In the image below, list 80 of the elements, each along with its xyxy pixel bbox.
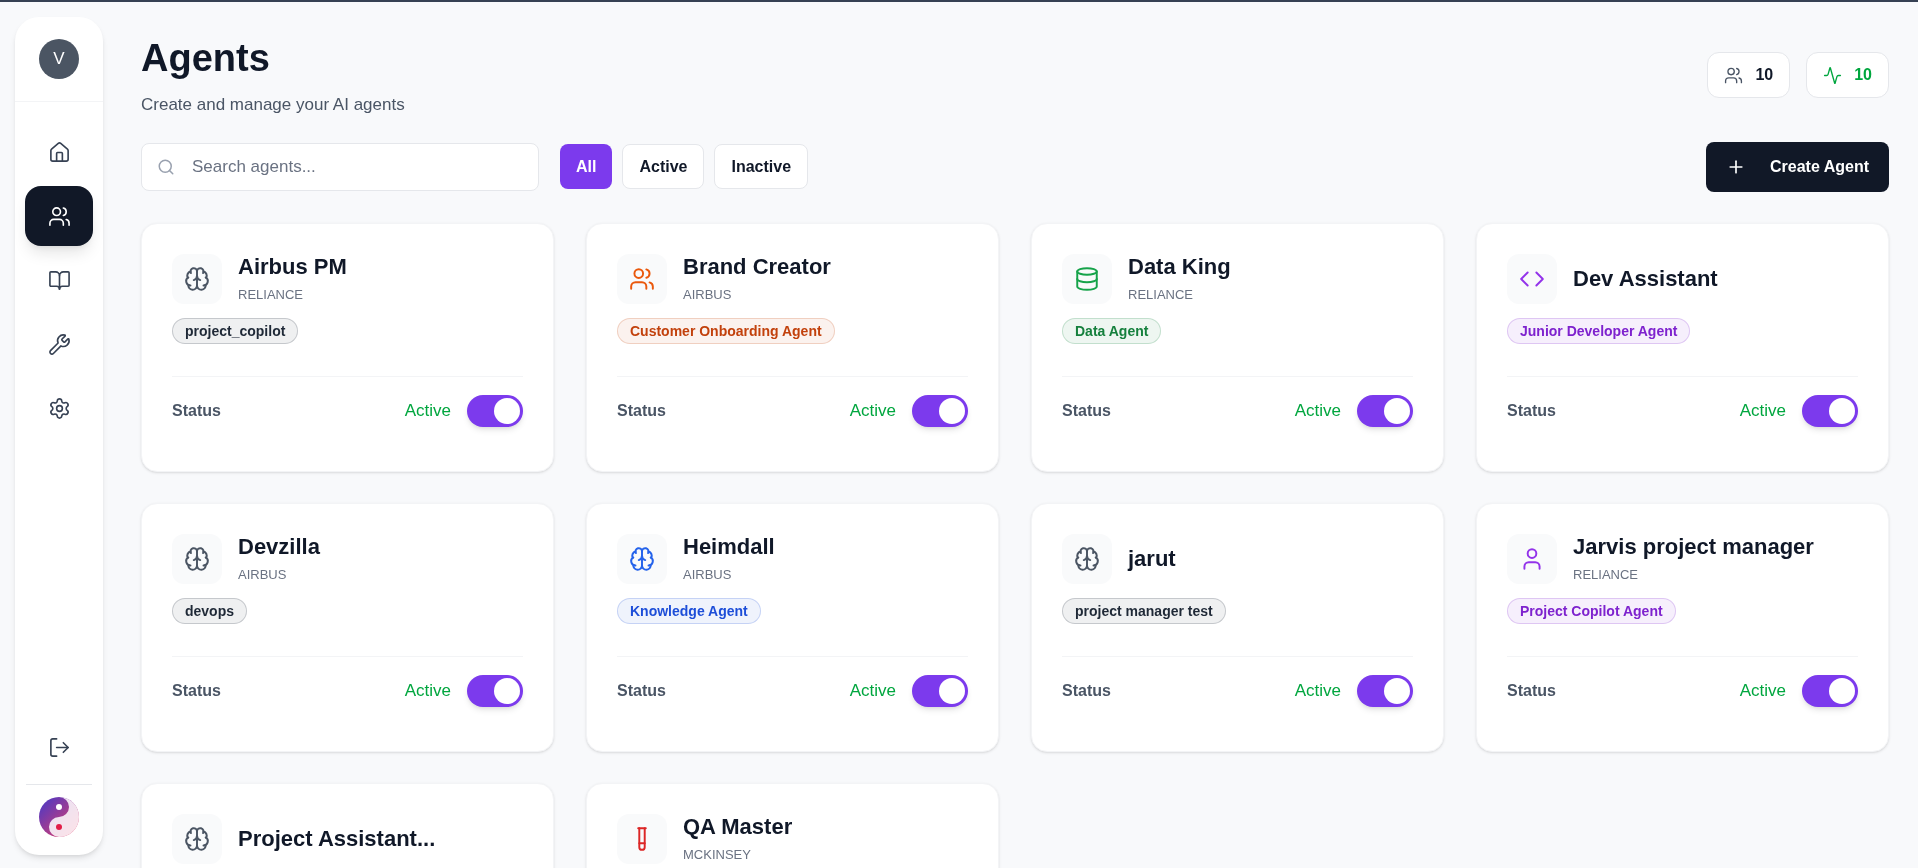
status-text: Active	[1294, 399, 1341, 422]
agent-card[interactable]: Project Assistant...	[141, 782, 554, 868]
agent-card[interactable]: QA Master MCKINSEY	[586, 782, 999, 868]
agent-card[interactable]: Dev Assistant Junior Developer Agent Status Active	[1476, 222, 1889, 472]
agent-name: Devzilla	[238, 532, 320, 561]
agent-name: Data King	[1128, 252, 1231, 281]
status-text: Active	[849, 399, 896, 422]
filter-tab[interactable]: Active	[622, 144, 705, 189]
agent-name: Jarvis project manager	[1573, 532, 1814, 561]
status-toggle[interactable]	[912, 394, 968, 427]
agent-name: QA Master	[683, 812, 793, 841]
status-label: Status	[1062, 680, 1111, 701]
agent-card[interactable]: Jarvis project manager RELIANCE Project Copilot Agent Status Active	[1476, 502, 1889, 752]
status-label: Status	[172, 400, 221, 421]
agent-company: RELIANCE	[1128, 285, 1195, 304]
agent-tag: devops	[172, 597, 247, 624]
status-text: Active	[1739, 399, 1786, 422]
logout-icon	[47, 735, 71, 759]
agent-tag: Data Agent	[1062, 317, 1162, 344]
status-toggle[interactable]	[912, 674, 968, 707]
status-toggle[interactable]	[467, 674, 523, 707]
stat-count: 10	[1854, 65, 1872, 85]
search-field[interactable]: Search agents...	[141, 142, 539, 191]
nav-button[interactable]	[25, 186, 93, 246]
status-label: Status	[617, 680, 666, 701]
stat-count: 10	[1755, 65, 1774, 85]
status-toggle[interactable]	[1357, 394, 1413, 427]
users-icon	[1724, 65, 1744, 85]
agent-name: Heimdall	[683, 532, 775, 561]
wrench-icon	[47, 332, 71, 356]
agent-card[interactable]: Devzilla AIRBUS devops Status Active	[141, 502, 554, 752]
status-toggle[interactable]	[1357, 674, 1413, 707]
filter-tab[interactable]: All	[560, 144, 613, 189]
agent-company: AIRBUS	[683, 285, 733, 304]
page-subtitle: Create and manage your AI agents	[141, 94, 405, 116]
status-toggle[interactable]	[1802, 674, 1858, 707]
agent-card[interactable]: Data King RELIANCE Data Agent Status Active	[1031, 222, 1444, 472]
agent-name: Dev Assistant	[1573, 264, 1718, 293]
agent-company: AIRBUS	[683, 565, 733, 584]
yin-yang-logo	[39, 797, 79, 837]
status-text: Active	[849, 679, 896, 702]
status-text: Active	[404, 399, 451, 422]
home-icon	[47, 140, 71, 164]
page-title: Agents	[141, 36, 271, 81]
status-label: Status	[1062, 400, 1111, 421]
agent-company: MCKINSEY	[683, 845, 752, 864]
status-label: Status	[1507, 400, 1556, 421]
agent-tag: Junior Developer Agent	[1507, 317, 1691, 344]
agent-name: Airbus PM	[238, 252, 347, 281]
status-label: Status	[172, 680, 221, 701]
users-icon	[47, 204, 71, 228]
agent-card[interactable]: Airbus PM RELIANCE project_copilot Status Active	[141, 222, 554, 472]
agent-tag: project_copilot	[172, 317, 299, 344]
agent-name: Brand Creator	[683, 252, 831, 281]
status-text: Active	[1294, 679, 1341, 702]
activity-icon	[1823, 65, 1843, 85]
agent-name: jarut	[1128, 544, 1176, 573]
agent-company: RELIANCE	[1573, 565, 1640, 584]
agent-name: Project Assistant...	[238, 824, 436, 853]
agent-card[interactable]: Brand Creator AIRBUS Customer Onboarding Agent Status Active	[586, 222, 999, 472]
status-toggle[interactable]	[1802, 394, 1858, 427]
agent-tag: Project Copilot Agent	[1507, 597, 1676, 624]
agent-tag: Customer Onboarding Agent	[617, 317, 835, 344]
status-text: Active	[404, 679, 451, 702]
status-text: Active	[1739, 679, 1786, 702]
create-agent-button[interactable]: Create Agent	[1706, 141, 1889, 192]
user-avatar[interactable]: V	[39, 39, 79, 79]
agent-tag: project manager test	[1062, 597, 1226, 624]
settings-icon	[47, 396, 71, 420]
agent-card[interactable]: Heimdall AIRBUS Knowledge Agent Status Active	[586, 502, 999, 752]
agent-card[interactable]: jarut project manager test Status Active	[1031, 502, 1444, 752]
agent-tag: Knowledge Agent	[617, 597, 761, 624]
agent-company: RELIANCE	[238, 285, 305, 304]
search-icon	[157, 157, 175, 176]
status-label: Status	[1507, 680, 1556, 701]
agent-company: AIRBUS	[238, 565, 288, 584]
filter-tab[interactable]: Inactive	[714, 144, 809, 189]
status-toggle[interactable]	[467, 394, 523, 427]
book-icon	[47, 268, 71, 292]
status-label: Status	[617, 400, 666, 421]
